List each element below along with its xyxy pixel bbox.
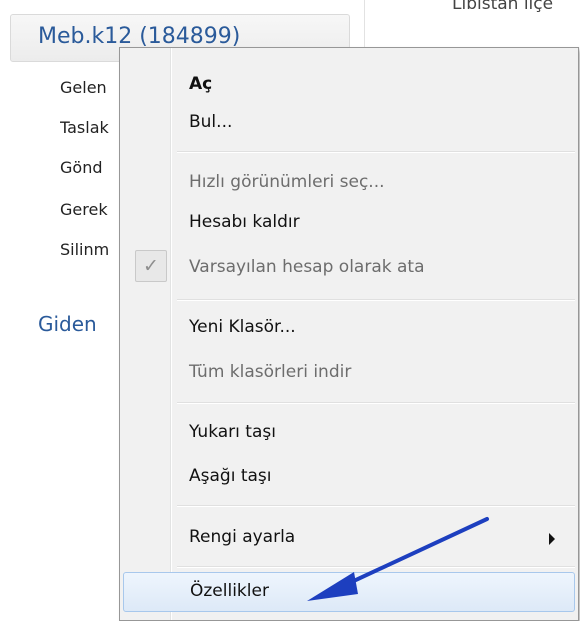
folder-deleted[interactable]: Silinm <box>60 240 120 259</box>
message-preview-text: Libistan ilçe <box>452 0 554 14</box>
menu-item-label: Özellikler <box>190 581 269 601</box>
folder-junk[interactable]: Gerek <box>60 200 120 219</box>
menu-item-new-folder[interactable]: Yeni Klasör... <box>123 309 575 347</box>
menu-item-download-all-folders[interactable]: Tüm klasörleri indir <box>123 354 575 392</box>
menu-item-label: Varsayılan hesap olarak ata <box>189 257 425 277</box>
folder-sent[interactable]: Gönd <box>60 158 120 177</box>
menu-item-label: Rengi ayarla <box>189 527 296 547</box>
menu-separator <box>177 566 575 568</box>
menu-separator <box>177 151 575 153</box>
menu-item-label: Hesabı kaldır <box>189 212 300 232</box>
menu-item-quick-views[interactable]: Hızlı görünümleri seç... <box>123 164 575 202</box>
account-label[interactable]: Meb.k12 (184899) <box>38 24 240 49</box>
menu-item-move-down[interactable]: Aşağı taşı <box>123 458 575 496</box>
folder-inbox[interactable]: Gelen <box>60 78 120 97</box>
context-menu: Aç Bul... Hızlı görünümleri seç... Hesab… <box>119 47 579 621</box>
menu-item-label: Yukarı taşı <box>189 422 276 442</box>
menu-item-label: Hızlı görünümleri seç... <box>189 172 385 192</box>
menu-item-set-default[interactable]: ✓ Varsayılan hesap olarak ata <box>123 249 575 287</box>
menu-separator <box>177 505 575 507</box>
menu-item-open[interactable]: Aç <box>123 66 575 104</box>
menu-item-find[interactable]: Bul... <box>123 104 575 142</box>
checkmark-icon: ✓ <box>135 250 167 282</box>
folder-drafts[interactable]: Taslak <box>60 118 120 137</box>
menu-item-move-up[interactable]: Yukarı taşı <box>123 414 575 452</box>
menu-separator <box>177 299 575 301</box>
menu-item-label: Aç <box>189 74 213 94</box>
menu-item-label: Tüm klasörleri indir <box>189 362 352 382</box>
submenu-arrow-icon <box>549 533 555 545</box>
menu-separator <box>177 402 575 404</box>
menu-item-label: Bul... <box>189 112 233 132</box>
menu-item-label: Aşağı taşı <box>189 466 272 486</box>
menu-item-label: Yeni Klasör... <box>189 317 296 337</box>
menu-item-set-color[interactable]: Rengi ayarla <box>123 519 575 557</box>
menu-item-remove-account[interactable]: Hesabı kaldır <box>123 204 575 242</box>
outbox-section-label[interactable]: Giden <box>38 312 120 336</box>
menu-item-properties[interactable]: Özellikler <box>123 572 575 612</box>
